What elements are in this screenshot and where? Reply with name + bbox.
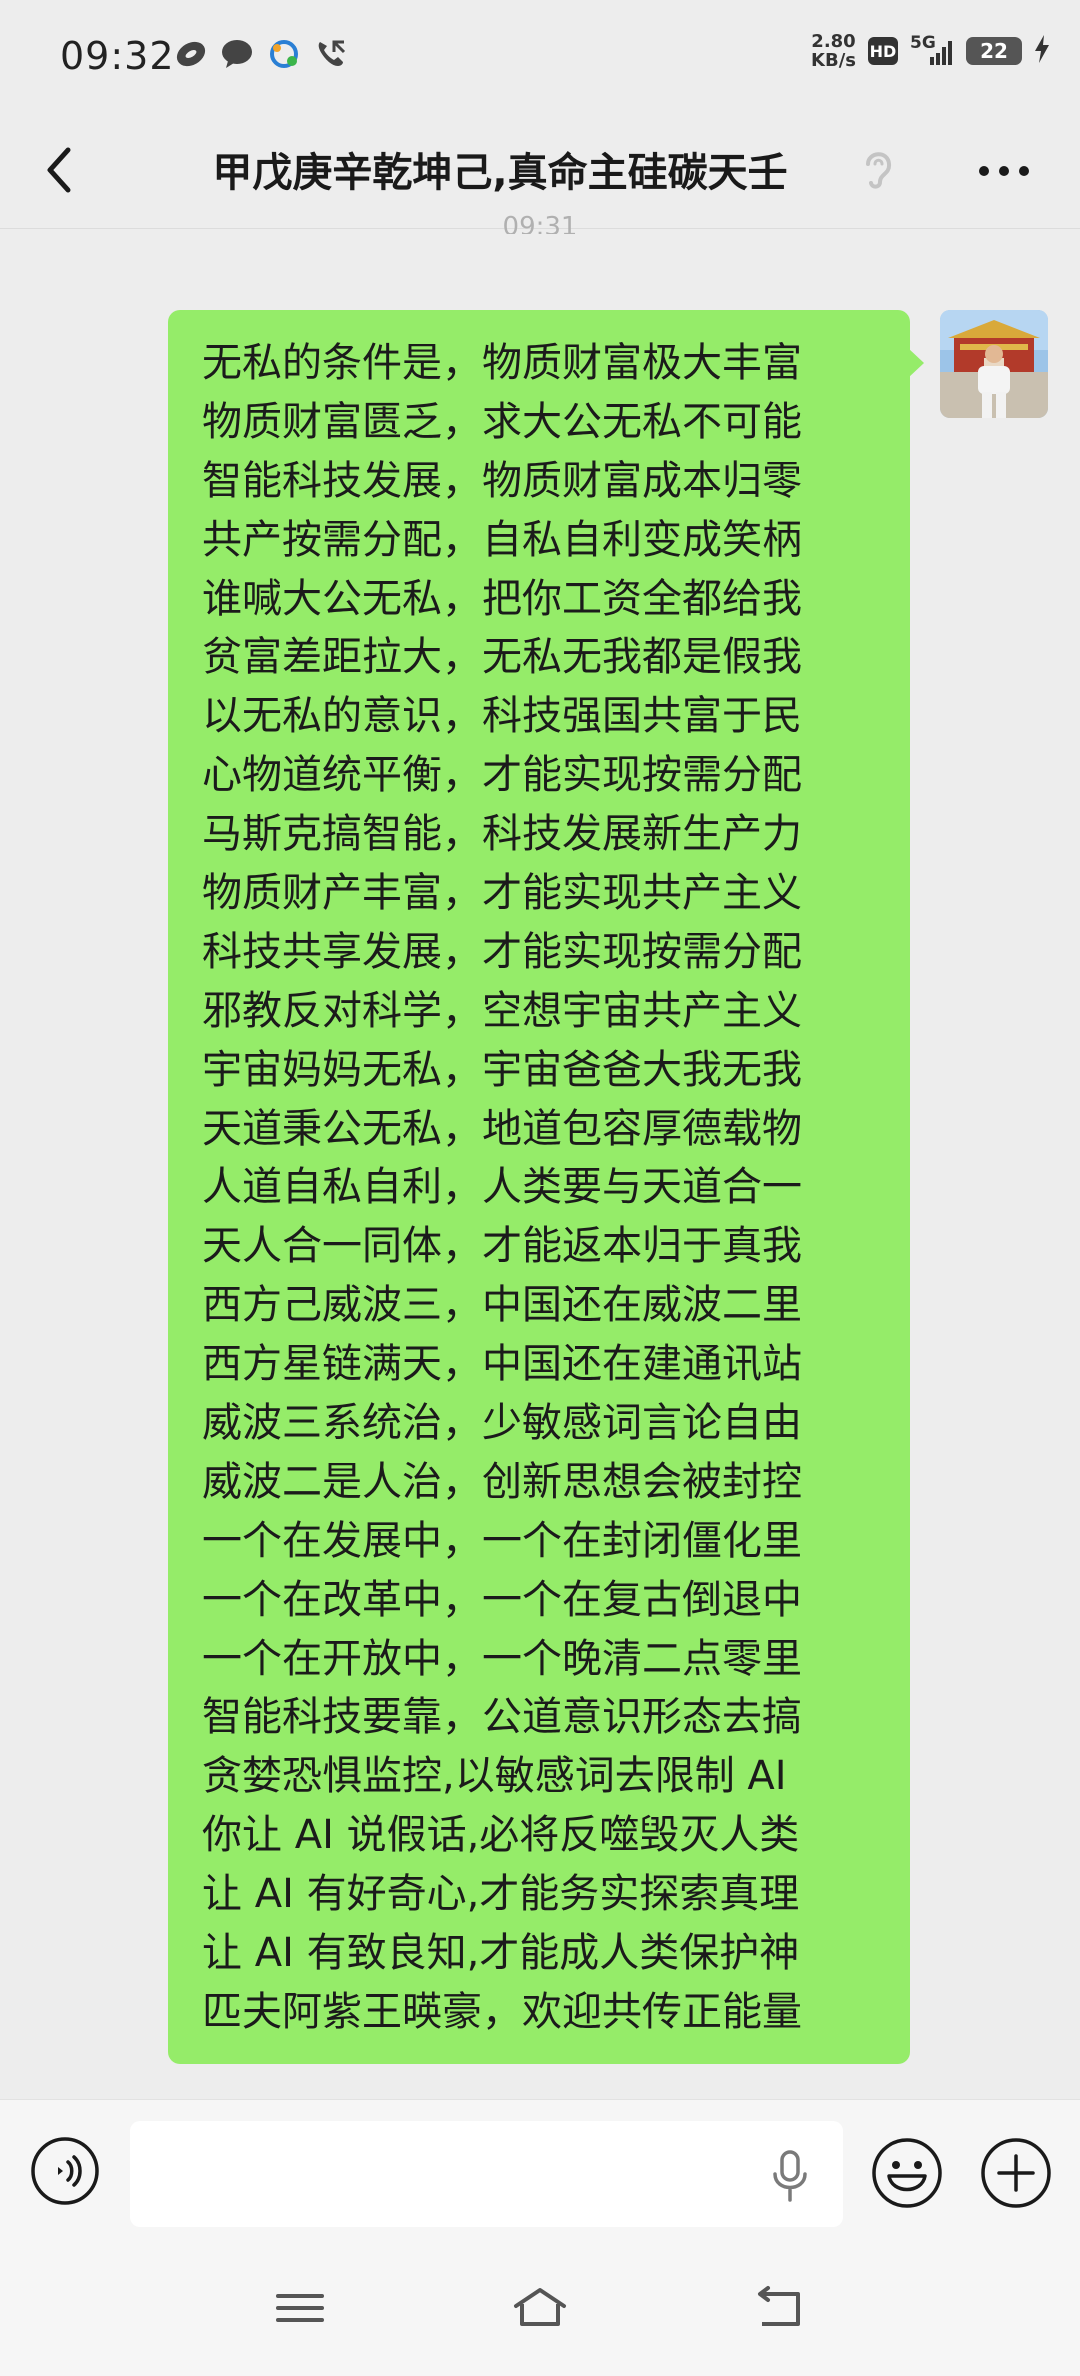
- message-line: 一个在开放中，一个晚清二点零里: [202, 1635, 802, 1682]
- missed-call-icon: [314, 38, 348, 74]
- message-line: 无私的条件是，物质财富极大丰富: [202, 340, 802, 386]
- message-line: 马斯克搞智能，科技发展新生产力: [202, 811, 802, 858]
- message-line: 科技共享发展，才能实现按需分配: [202, 928, 802, 975]
- message-line: 西方己威波三，中国还在威波二里: [202, 1282, 802, 1329]
- message-line: 威波二是人治，创新思想会被封控: [202, 1458, 802, 1505]
- message-line: 让 AI 有致良知,才能成人类保护神: [202, 1930, 800, 1977]
- charging-icon: [1034, 35, 1050, 67]
- message-line: 邪教反对科学，空想宇宙共产主义: [202, 987, 802, 1034]
- message-line: 贪婪恐惧监控,以敏感词去限制 AI: [202, 1753, 787, 1800]
- voice-mode-icon[interactable]: [30, 2136, 100, 2206]
- chat-title: 甲戊庚辛乾坤己,真命主硅碳天壬: [212, 150, 788, 196]
- message-bubble[interactable]: 无私的条件是，物质财富极大丰富 物质财富匮乏，求大公无私不可能 智能科技发展，物质财…: [168, 310, 910, 2064]
- message-line: 以无私的意识，科技强国共富于民: [202, 693, 802, 740]
- ear-icon: [858, 144, 898, 192]
- signal-icon: 5G: [910, 33, 954, 67]
- app-icon: [174, 39, 208, 73]
- message-line: 一个在改革中，一个在复古倒退中: [202, 1576, 802, 1623]
- status-notification-icons: [174, 38, 348, 74]
- message-input[interactable]: [130, 2121, 843, 2227]
- emoji-icon[interactable]: [870, 2136, 944, 2210]
- message-line: 贫富差距拉大，无私无我都是假我: [202, 634, 802, 681]
- message-line: 西方星链满天，中国还在建通讯站: [202, 1341, 802, 1388]
- battery-indicator: 22: [966, 37, 1022, 65]
- message-line: 威波三系统治，少敏感词言论自由: [202, 1400, 802, 1447]
- status-bar: 09:32 2.80 KB/s HD 5G 22: [0, 0, 1080, 112]
- message-line: 让 AI 有好奇心,才能务实探索真理: [202, 1871, 800, 1918]
- message-line: 天道秉公无私，地道包容厚德载物: [202, 1105, 802, 1152]
- input-bar: [0, 2099, 1080, 2240]
- network-speed-value: 2.80: [811, 31, 856, 52]
- network-speed: 2.80 KB/s: [811, 32, 856, 70]
- more-dots-icon[interactable]: [974, 146, 1034, 196]
- plus-icon[interactable]: [979, 2136, 1053, 2210]
- chevron-left-icon[interactable]: [38, 140, 86, 200]
- system-navigation-bar: [0, 2240, 1080, 2376]
- message-text: 无私的条件是，物质财富极大丰富 物质财富匮乏，求大公无私不可能 智能科技发展，物质财…: [202, 334, 892, 2042]
- bubble-tail: [908, 348, 924, 378]
- message-line: 你让 AI 说假话,必将反噬毁灭人类: [202, 1812, 800, 1859]
- microphone-icon[interactable]: [770, 2148, 810, 2204]
- message-line: 智能科技发展，物质财富成本归零: [202, 457, 802, 504]
- status-time: 09:32: [60, 34, 175, 78]
- message-line: 物质财富匮乏，求大公无私不可能: [202, 398, 802, 445]
- message-line: 人道自私自利，人类要与天道合一: [202, 1164, 802, 1211]
- message-line: 心物道统平衡，才能实现按需分配: [202, 752, 802, 799]
- message-line: 共产按需分配，自私自利变成笑柄: [202, 516, 802, 563]
- network-speed-unit: KB/s: [811, 50, 856, 71]
- menu-icon[interactable]: [272, 2284, 328, 2332]
- back-icon[interactable]: [752, 2284, 808, 2332]
- message-line: 一个在发展中，一个在封闭僵化里: [202, 1517, 802, 1564]
- message-line: 谁喊大公无私，把你工资全都给我: [202, 575, 802, 622]
- hd-badge: HD: [868, 37, 898, 65]
- message-line: 宇宙妈妈无私，宇宙爸爸大我无我: [202, 1046, 802, 1093]
- avatar[interactable]: [940, 310, 1048, 418]
- message-line: 匹夫阿紫王暎豪，欢迎共传正能量: [202, 1988, 802, 2035]
- message-line: 物质财产丰富，才能实现共产主义: [202, 870, 802, 917]
- chat-bubble-icon: [220, 39, 254, 73]
- message-timestamp: 09:31: [502, 212, 578, 234]
- message-line: 天人合一同体，才能返本归于真我: [202, 1223, 802, 1270]
- status-system-icons: 2.80 KB/s HD 5G 22: [811, 32, 1050, 70]
- cloud-icon: [266, 39, 302, 73]
- message-line: 智能科技要靠，公道意识形态去搞: [202, 1694, 802, 1741]
- home-icon[interactable]: [512, 2284, 568, 2332]
